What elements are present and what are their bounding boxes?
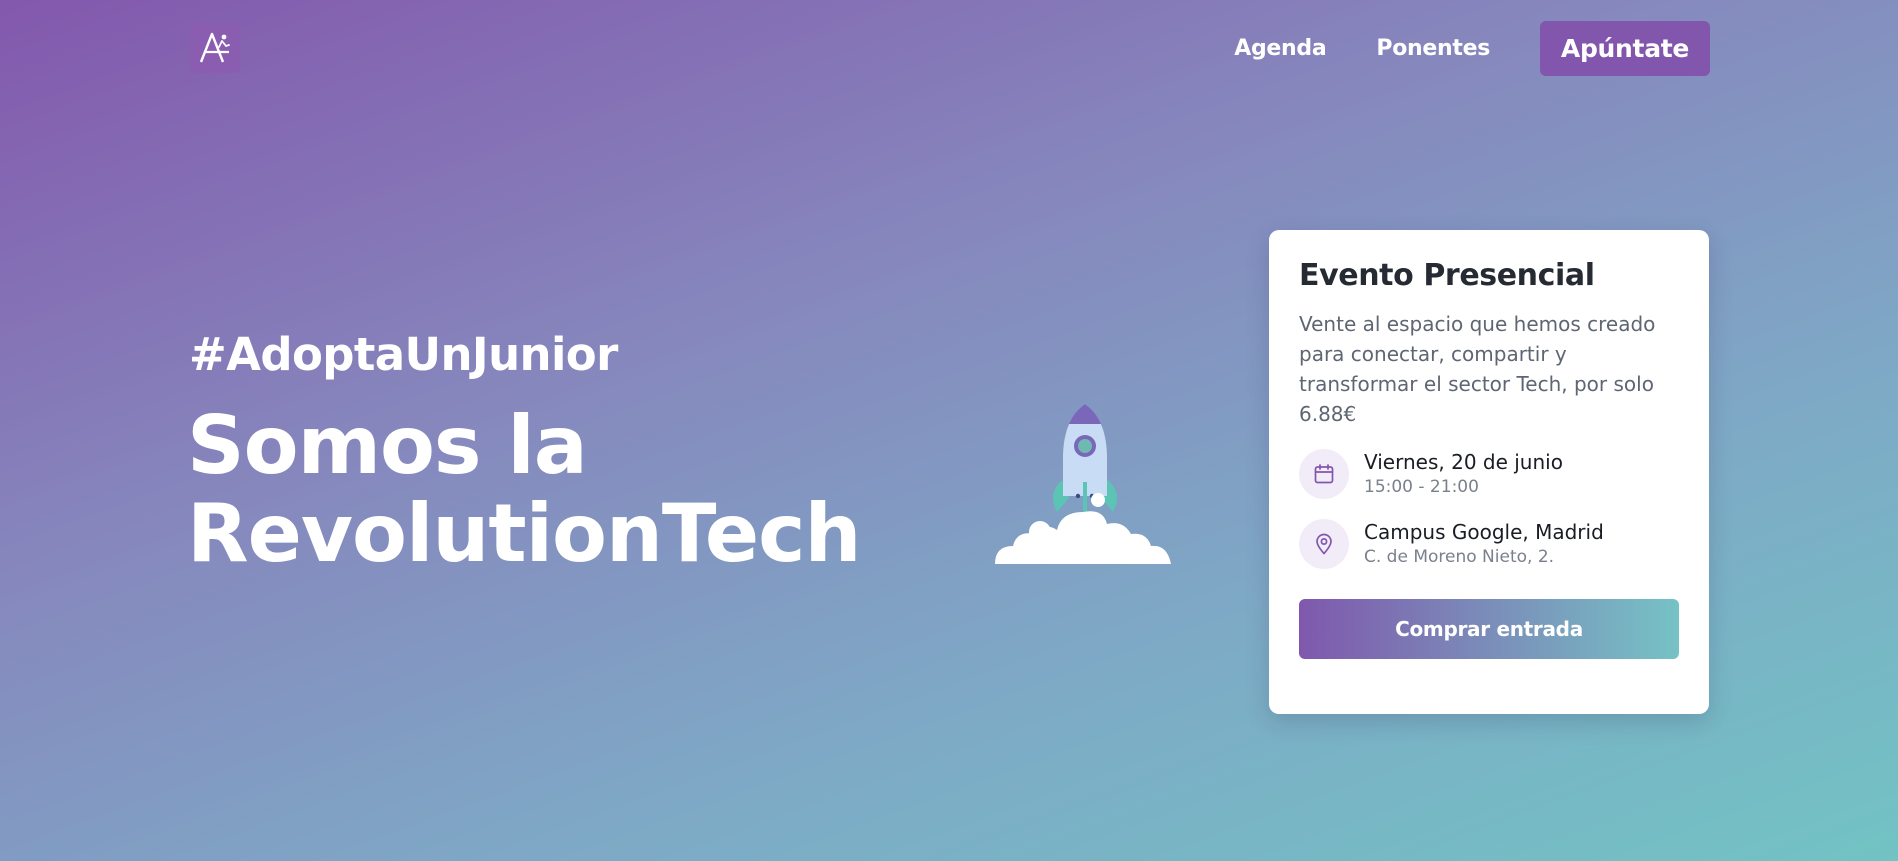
event-date-row: Viernes, 20 de junio 15:00 - 21:00 [1299, 449, 1679, 499]
calendar-icon [1299, 449, 1349, 499]
event-date-text: Viernes, 20 de junio 15:00 - 21:00 [1364, 449, 1563, 499]
site-logo[interactable] [190, 23, 240, 73]
hero-hashtag: #AdoptaUnJunior [189, 328, 618, 381]
event-address: C. de Moreno Nieto, 2. [1364, 547, 1555, 567]
nav-link-ponentes[interactable]: Ponentes [1376, 36, 1490, 61]
hero-title-line-2: RevolutionTech [187, 487, 861, 580]
event-location-row: Campus Google, Madrid C. de Moreno Nieto… [1299, 519, 1679, 569]
event-card-description: Vente al espacio que hemos creado para c… [1299, 312, 1656, 426]
event-date: Viernes, 20 de junio [1364, 450, 1563, 474]
hero-title-line-1: Somos la [187, 399, 588, 492]
nav-link-agenda[interactable]: Agenda [1234, 36, 1326, 61]
main-nav: Agenda Ponentes Apúntate [1234, 21, 1710, 76]
location-pin-icon [1299, 519, 1349, 569]
adopta-logo-icon [199, 32, 230, 63]
buy-ticket-button[interactable]: Comprar entrada [1299, 599, 1679, 659]
rocket-launch-icon [995, 404, 1171, 564]
hero-title: Somos la RevolutionTech [187, 402, 861, 578]
event-location-text: Campus Google, Madrid C. de Moreno Nieto… [1364, 519, 1604, 569]
event-card: Evento Presencial Vente al espacio que h… [1269, 230, 1709, 714]
event-time: 15:00 - 21:00 [1364, 477, 1479, 497]
signup-button[interactable]: Apúntate [1540, 21, 1710, 76]
event-venue: Campus Google, Madrid [1364, 520, 1604, 544]
event-card-title: Evento Presencial [1299, 258, 1595, 293]
